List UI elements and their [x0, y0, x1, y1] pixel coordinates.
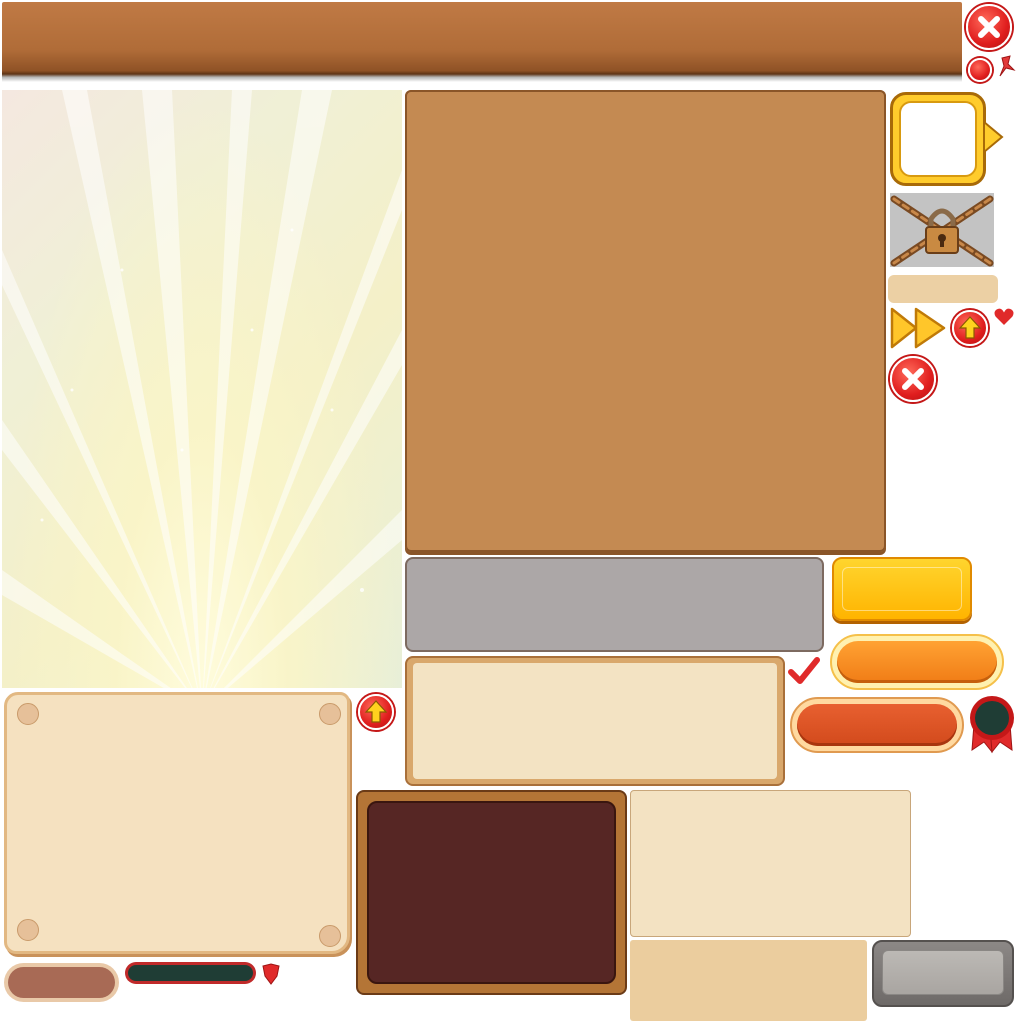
close-icon: [902, 368, 924, 390]
dark-framed-panel-inner: [367, 801, 616, 984]
padlock-icon: [890, 195, 994, 267]
dark-framed-panel: [356, 790, 627, 995]
gray-button[interactable]: [872, 940, 1014, 1007]
item-slot-inner: [899, 101, 977, 177]
close-button[interactable]: [890, 356, 936, 402]
corner-swirl-icon: [417, 518, 437, 535]
brown-pill-face: [8, 967, 115, 998]
pin-icon: [319, 925, 341, 947]
check-icon: [788, 657, 820, 684]
arrow-up-icon: [364, 700, 388, 723]
yellow-button[interactable]: [832, 557, 972, 621]
gray-panel: [405, 557, 824, 652]
arrow-up-icon: [958, 316, 982, 339]
shield-icon: [262, 963, 280, 985]
progress-bar-track: [125, 962, 256, 984]
pin-icon: [999, 55, 1016, 77]
red-orange-button-face: [797, 704, 957, 746]
notification-dot: [968, 58, 992, 82]
pin-icon: [17, 919, 39, 941]
corner-swirl-icon: [853, 518, 873, 535]
tan-box: [630, 940, 867, 1021]
cream-panel: [405, 656, 785, 786]
ribbon-badge-icon: [970, 696, 1014, 754]
fast-forward-icon[interactable]: [889, 306, 949, 350]
locked-slot: [890, 193, 994, 267]
upgrade-button[interactable]: [358, 694, 394, 730]
pin-icon: [319, 703, 341, 725]
parchment-scroll: [4, 692, 350, 954]
heart-icon: [992, 307, 1016, 328]
large-dark-panel: [405, 90, 886, 552]
orange-button[interactable]: [830, 634, 1004, 690]
upgrade-button[interactable]: [952, 310, 988, 346]
progress-bar-fill: [128, 965, 253, 981]
gray-button-face: [882, 950, 1004, 995]
close-icon: [978, 16, 1000, 38]
red-orange-button[interactable]: [790, 697, 964, 753]
yellow-button-highlight: [842, 567, 962, 611]
title-bar: [2, 2, 962, 82]
sunburst-background: [2, 90, 402, 688]
orange-button-face: [837, 641, 997, 683]
close-button[interactable]: [966, 4, 1012, 50]
tan-label-bar: [888, 275, 998, 303]
cream-panel-inner: [413, 663, 777, 779]
frame-pointer: [984, 120, 1004, 154]
pin-icon: [17, 703, 39, 725]
item-slot-frame[interactable]: [890, 92, 986, 186]
brown-pill-button[interactable]: [4, 963, 119, 1002]
cream-box: [630, 790, 911, 937]
